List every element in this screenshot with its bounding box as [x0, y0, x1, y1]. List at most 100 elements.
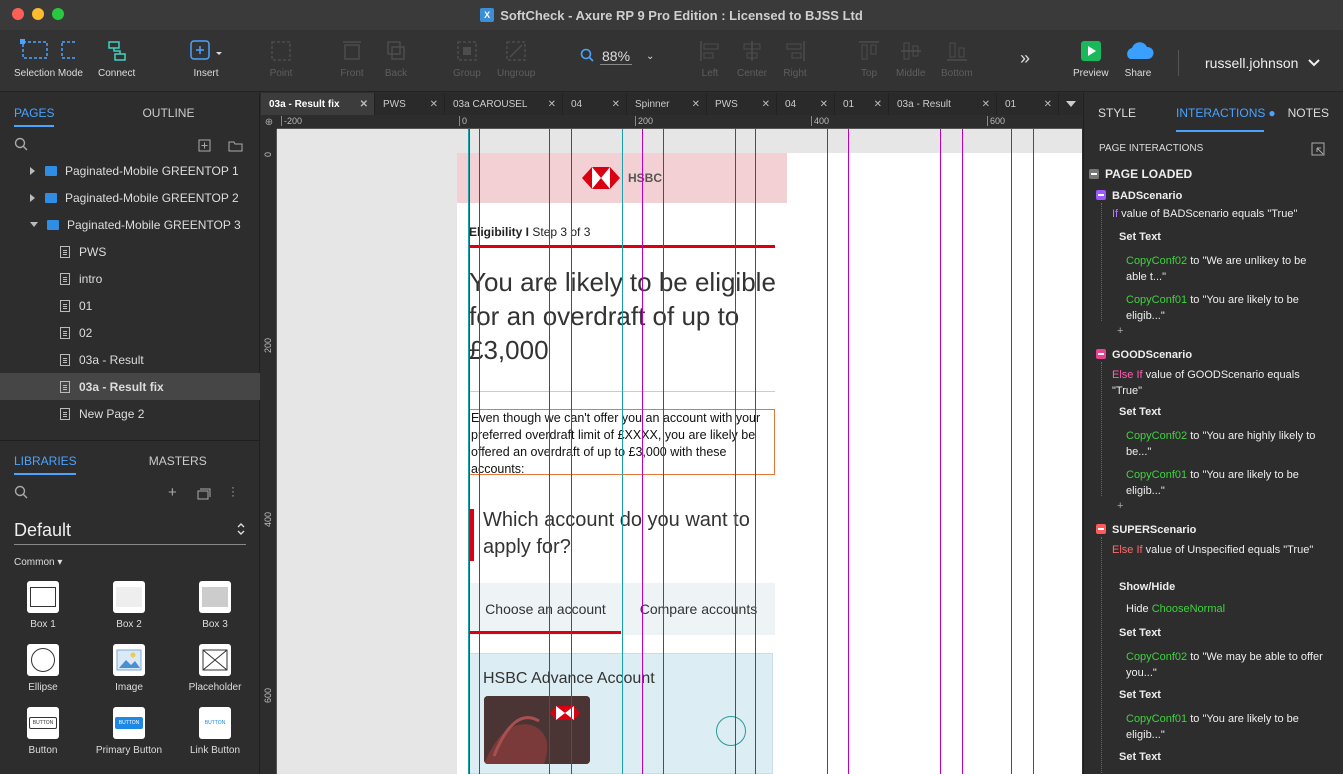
tab-masters[interactable]: MASTERS — [135, 441, 221, 481]
widget-primary-button[interactable]: BUTTON Primary Button — [86, 707, 172, 756]
action-set-text[interactable]: Set Text — [1119, 751, 1161, 763]
guide-line[interactable] — [962, 129, 963, 774]
library-category[interactable]: Common ▾ — [14, 557, 246, 568]
close-tab-icon[interactable]: ✕ — [820, 99, 828, 110]
library-copy-icon[interactable] — [197, 487, 211, 505]
expand-arrow-icon[interactable] — [30, 193, 35, 202]
doc-tab-03a-result[interactable]: 03a - Result ✕ — [889, 93, 997, 115]
expand-arrow-icon[interactable] — [30, 166, 35, 175]
close-tab-icon[interactable]: ✕ — [612, 99, 620, 110]
doc-tab-03a-carousel[interactable]: 03a CAROUSEL ✕ — [445, 93, 563, 115]
collapse-event-icon[interactable] — [1089, 169, 1099, 179]
page-item-pws[interactable]: PWS — [0, 238, 260, 265]
tab-outline[interactable]: OUTLINE — [128, 93, 208, 133]
action-line[interactable]: CopyConf01 to "You are likely to be elig… — [1126, 711, 1326, 743]
guide-line[interactable] — [468, 129, 469, 774]
more-tools-button[interactable]: » — [1020, 48, 1030, 69]
doc-tab-pws-2[interactable]: PWS ✕ — [707, 93, 777, 115]
close-window-button[interactable] — [12, 8, 24, 20]
close-tab-icon[interactable]: ✕ — [548, 99, 556, 110]
tab-interactions[interactable]: INTERACTIONS ● — [1176, 106, 1276, 132]
minimize-window-button[interactable] — [32, 8, 44, 20]
guide-line[interactable] — [479, 129, 480, 774]
page-item-02[interactable]: 02 — [0, 319, 260, 346]
guide-line[interactable] — [848, 129, 849, 774]
tab-notes[interactable]: NOTES — [1288, 106, 1329, 120]
guide-line[interactable] — [940, 129, 941, 774]
widget-image[interactable]: Image — [86, 644, 172, 693]
action-line[interactable]: CopyConf02 to "You are highly likely to … — [1126, 428, 1326, 460]
case-bad-scenario[interactable]: BADScenario — [1096, 190, 1182, 202]
user-account-menu[interactable]: russell.johnson — [1178, 50, 1321, 76]
page-folder-greentop-2[interactable]: Paginated-Mobile GREENTOP 2 — [0, 184, 260, 211]
page-item-03a-result-fix[interactable]: 03a - Result fix — [0, 373, 260, 400]
search-icon[interactable] — [14, 137, 28, 156]
account-question-heading[interactable]: Which account do you want to apply for? — [483, 507, 773, 561]
action-line[interactable]: CopyConf01 to "You are likely to be elig… — [1126, 467, 1326, 499]
align-middle-button[interactable]: Middle — [896, 38, 925, 79]
page-folder-greentop-1[interactable]: Paginated-Mobile GREENTOP 1 — [0, 165, 260, 184]
guide-line[interactable] — [469, 129, 470, 774]
close-tab-icon[interactable]: ✕ — [982, 99, 990, 110]
more-options-icon[interactable]: · · · — [231, 481, 235, 501]
add-library-icon[interactable]: + — [168, 484, 177, 501]
guide-line[interactable] — [571, 129, 572, 774]
share-button[interactable]: Share — [1122, 38, 1154, 79]
point-button[interactable]: Point — [269, 38, 293, 79]
close-tab-icon[interactable]: ✕ — [874, 99, 882, 110]
bring-front-button[interactable]: Front — [340, 38, 364, 79]
align-right-button[interactable]: Right — [783, 38, 807, 79]
group-button[interactable]: Group — [453, 38, 481, 79]
guide-line[interactable] — [755, 129, 756, 774]
zoom-window-button[interactable] — [52, 8, 64, 20]
doc-tab-pws[interactable]: PWS ✕ — [375, 93, 445, 115]
page-item-03a-result[interactable]: 03a - Result — [0, 346, 260, 373]
zoom-control[interactable]: 88% ⌄ — [580, 48, 654, 65]
close-tab-icon[interactable]: ✕ — [360, 99, 368, 110]
action-set-text[interactable]: Set Text — [1119, 231, 1161, 243]
event-page-loaded[interactable]: PAGE LOADED — [1089, 167, 1192, 181]
action-set-text[interactable]: Set Text — [1119, 689, 1161, 701]
collapse-case-icon[interactable] — [1096, 349, 1106, 359]
zoom-value[interactable]: 88% — [600, 48, 633, 65]
widget-box-3[interactable]: Box 3 — [172, 581, 258, 630]
case-good-scenario[interactable]: GOODScenario — [1096, 349, 1192, 361]
align-bottom-button[interactable]: Bottom — [941, 38, 973, 79]
action-set-text[interactable]: Set Text — [1119, 627, 1161, 639]
page-folder-greentop-3[interactable]: Paginated-Mobile GREENTOP 3 — [0, 211, 260, 238]
align-center-button[interactable]: Center — [737, 38, 767, 79]
guide-line[interactable] — [549, 129, 550, 774]
tab-libraries[interactable]: LIBRARIES — [0, 441, 91, 481]
doc-tab-04[interactable]: 04 ✕ — [563, 93, 627, 115]
connect-button[interactable]: Connect — [98, 38, 135, 79]
doc-tab-spinner[interactable]: Spinner ✕ — [627, 93, 707, 115]
add-page-icon[interactable] — [198, 139, 212, 158]
collapse-case-icon[interactable] — [1096, 524, 1106, 534]
guide-line[interactable] — [1033, 129, 1034, 774]
doc-tab-01-2[interactable]: 01 ✕ — [997, 93, 1059, 115]
carousel-hotspot-circle[interactable] — [716, 716, 746, 746]
zoom-chevron-down-icon[interactable]: ⌄ — [646, 51, 654, 62]
widget-box-2[interactable]: Box 2 — [86, 581, 172, 630]
add-action-icon[interactable]: + — [1117, 325, 1123, 337]
collapse-panel-icon[interactable] — [1310, 141, 1326, 160]
guide-line[interactable] — [1011, 129, 1012, 774]
case-condition[interactable]: If value of BADScenario equals "True" — [1112, 208, 1297, 220]
guide-line[interactable] — [642, 129, 643, 774]
widget-box-1[interactable]: Box 1 — [0, 581, 86, 630]
tab-style[interactable]: STYLE — [1098, 106, 1136, 120]
page-item-intro[interactable]: intro — [0, 265, 260, 292]
action-line[interactable]: CopyConf01 to "You are likely to be elig… — [1126, 292, 1326, 324]
action-set-text[interactable]: Set Text — [1119, 406, 1161, 418]
design-canvas[interactable]: HSBC Eligibility I Step 3 of 3 You are l… — [277, 129, 1082, 774]
insert-button[interactable]: Insert — [189, 38, 223, 79]
action-line[interactable]: Hide ChooseNormal — [1126, 603, 1225, 615]
tab-choose-account[interactable]: Choose an account — [469, 583, 622, 635]
ruler-origin-icon[interactable]: ⊕ — [261, 115, 277, 129]
doc-tab-03a-result-fix[interactable]: 03a - Result fix ✕ — [261, 93, 375, 115]
case-super-scenario[interactable]: SUPERScenario — [1096, 524, 1196, 536]
close-tab-icon[interactable]: ✕ — [692, 99, 700, 110]
preview-button[interactable]: Preview — [1073, 38, 1109, 79]
widget-placeholder[interactable]: Placeholder — [172, 644, 258, 693]
selection-mode-button[interactable]: Selection Mode — [14, 38, 83, 79]
